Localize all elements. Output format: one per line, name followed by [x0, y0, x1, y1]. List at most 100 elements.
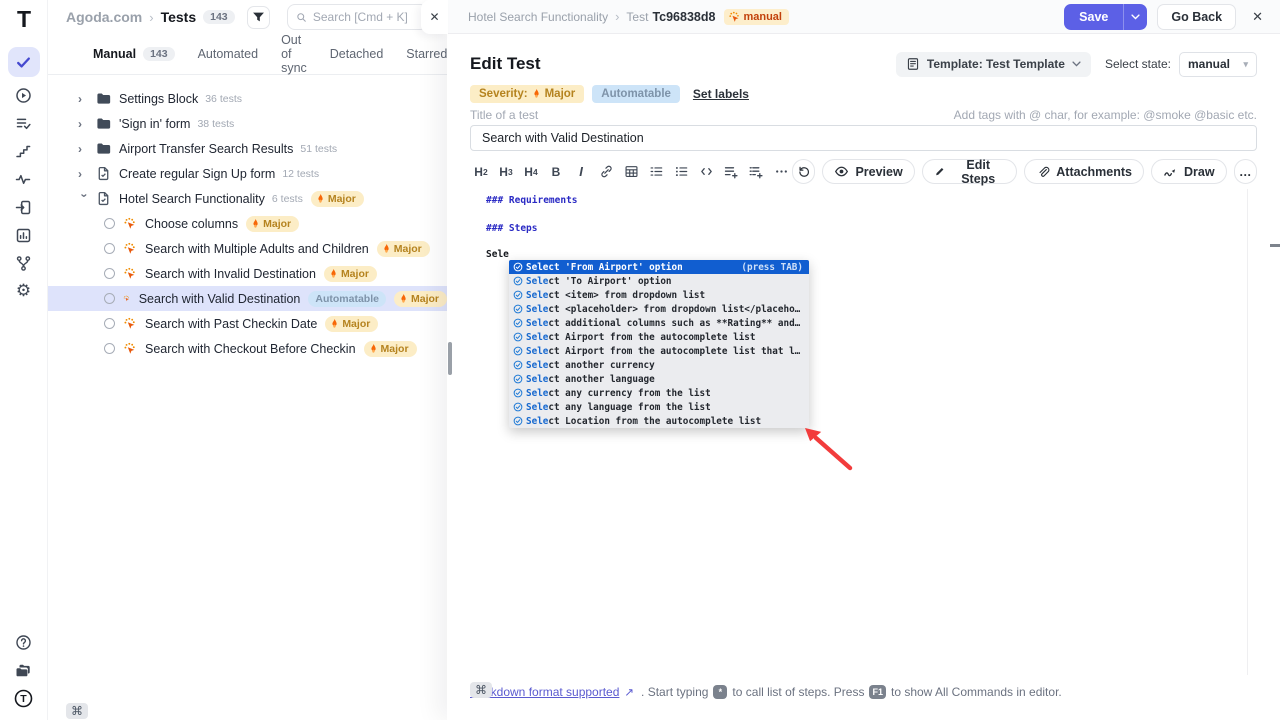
test-row[interactable]: Search with Checkout Before CheckinMajor	[48, 336, 447, 361]
format-italic-button[interactable]: I	[570, 160, 592, 184]
autocomplete-item[interactable]: Select 'To Airport' option	[509, 274, 809, 288]
test-row[interactable]: Search with Invalid DestinationMajor	[48, 261, 447, 286]
filter-button[interactable]	[247, 6, 270, 29]
autocomplete-item[interactable]: Select 'From Airport' option(press TAB)	[509, 260, 809, 274]
format-h4-button[interactable]: H4	[520, 160, 542, 184]
autocomplete-item[interactable]: Select another language	[509, 372, 809, 386]
state-select[interactable]: manual ▾	[1179, 52, 1257, 77]
format-add-step-list-button[interactable]	[720, 160, 742, 184]
suite-row[interactable]: ›Create regular Sign Up form12 tests	[48, 161, 447, 186]
chevron-right-icon[interactable]: ›	[78, 92, 91, 106]
suite-row[interactable]: ›Airport Transfer Search Results51 tests	[48, 136, 447, 161]
analytics-icon[interactable]	[8, 165, 40, 193]
format-bullet-list-button[interactable]	[670, 160, 692, 184]
format-code-button[interactable]	[695, 160, 717, 184]
editor-scrollbar-thumb[interactable]	[1270, 244, 1280, 247]
tests-tabs: Manual143 Automated Out of sync Detached Sta…	[48, 34, 447, 75]
template-button[interactable]: Template: Test Template	[896, 52, 1091, 77]
go-back-button[interactable]: Go Back	[1157, 4, 1236, 30]
format-bold-button[interactable]: B	[545, 160, 567, 184]
format-table-button[interactable]	[620, 160, 642, 184]
autocomplete-item[interactable]: Select <item> from dropdown list	[509, 288, 809, 302]
test-plans-icon[interactable]	[8, 109, 40, 137]
format-link-button[interactable]	[595, 160, 617, 184]
step-check-icon	[513, 416, 523, 426]
severity-badge: Major	[377, 241, 430, 257]
folder-icon	[96, 91, 111, 106]
markdown-help-link[interactable]: Markdown format supported	[470, 685, 619, 699]
tests-icon[interactable]	[8, 47, 40, 77]
format-ordered-list-button[interactable]	[645, 160, 667, 184]
severity-badge[interactable]: Severity: Major	[470, 85, 584, 103]
autocomplete-item[interactable]: Select another currency	[509, 358, 809, 372]
format-h2-button[interactable]: H2	[470, 160, 492, 184]
test-row[interactable]: Choose columnsMajor	[48, 211, 447, 236]
search-input[interactable]	[313, 10, 419, 24]
automatable-badge: Automatable	[308, 291, 386, 307]
profile-icon[interactable]: T	[8, 684, 40, 712]
test-title-input[interactable]	[470, 125, 1257, 151]
chevron-right-icon[interactable]: ›	[78, 117, 91, 131]
matched-prefix: Sele	[526, 332, 548, 343]
preview-button[interactable]: Preview	[822, 159, 914, 184]
step-check-icon	[513, 290, 523, 300]
format-h3-button[interactable]: H3	[495, 160, 517, 184]
tab-starred[interactable]: Starred	[406, 47, 447, 61]
autocomplete-item[interactable]: Select Airport from the autocomplete lis…	[509, 330, 809, 344]
tab-out-of-sync[interactable]: Out of sync	[281, 33, 307, 75]
runs-icon[interactable]	[8, 81, 40, 109]
tab-automated[interactable]: Automated	[198, 47, 258, 61]
suite-row[interactable]: ›'Sign in' form38 tests	[48, 111, 447, 136]
format-add-numbered-steps-button[interactable]	[745, 160, 767, 184]
save-options-button[interactable]	[1123, 4, 1147, 30]
autocomplete-item[interactable]: Select any language from the list	[509, 400, 809, 414]
suite-row[interactable]: ›Hotel Search Functionality6 testsMajor	[48, 186, 447, 211]
autocomplete-item[interactable]: Select Airport from the autocomplete lis…	[509, 344, 809, 358]
tab-detached[interactable]: Detached	[330, 47, 384, 61]
pulls-icon[interactable]	[8, 193, 40, 221]
search-box[interactable]	[287, 4, 428, 30]
history-button[interactable]	[792, 159, 815, 184]
autocomplete-item[interactable]: Select Location from the autocomplete li…	[509, 414, 809, 428]
chevron-right-icon[interactable]: ›	[78, 167, 91, 181]
format-more-button[interactable]	[770, 160, 792, 184]
test-status-circle	[104, 243, 115, 254]
tree-scrollbar-thumb[interactable]	[448, 342, 452, 375]
attachments-button[interactable]: Attachments	[1024, 159, 1144, 184]
autocomplete-item[interactable]: Select any currency from the list	[509, 386, 809, 400]
tab-manual[interactable]: Manual143	[93, 47, 175, 61]
set-labels-link[interactable]: Set labels	[693, 87, 749, 101]
test-row[interactable]: Search with Valid DestinationAutomatable…	[48, 286, 447, 311]
suite-icon	[96, 166, 111, 181]
edit-test-overlay: ✕ Hotel Search Functionality › Test Tc96…	[447, 0, 1280, 720]
branches-icon[interactable]	[8, 249, 40, 277]
close-overlay-button[interactable]: ✕	[1252, 9, 1263, 25]
draw-button[interactable]: Draw	[1151, 159, 1227, 184]
chevron-right-icon[interactable]: ›	[78, 142, 91, 156]
chevron-down-icon[interactable]: ›	[78, 193, 92, 206]
help-icon[interactable]	[8, 628, 40, 656]
--button[interactable]: …	[1234, 159, 1257, 184]
overlay-header: Hotel Search Functionality › Test Tc9683…	[447, 0, 1280, 34]
suite-row[interactable]: ›Settings Block36 tests	[48, 86, 447, 111]
collapse-panel-button[interactable]: ✕	[421, 0, 448, 34]
breadcrumb-suite[interactable]: Hotel Search Functionality	[468, 10, 608, 24]
cmd-shortcut-badge: ⌘	[66, 703, 88, 719]
breadcrumb-project[interactable]: Agoda.com	[66, 9, 142, 25]
automatable-badge[interactable]: Automatable	[592, 85, 680, 103]
reports-icon[interactable]	[8, 221, 40, 249]
markdown-editor[interactable]: ### Requirements ### Steps Sele Select '…	[470, 185, 1257, 675]
projects-icon[interactable]	[8, 656, 40, 684]
save-button[interactable]: Save	[1064, 4, 1123, 30]
settings-icon[interactable]: ⚙	[8, 277, 40, 305]
edit-steps-button[interactable]: Edit Steps	[922, 159, 1018, 184]
format-toolbar: H2H3H4BI	[470, 160, 792, 184]
breadcrumb-section[interactable]: Tests	[161, 9, 197, 25]
test-row[interactable]: Search with Multiple Adults and Children…	[48, 236, 447, 261]
steps-icon[interactable]	[8, 137, 40, 165]
action-label: Edit Steps	[951, 158, 1005, 186]
history-icon	[797, 165, 811, 179]
autocomplete-item[interactable]: Select additional columns such as **Rati…	[509, 316, 809, 330]
autocomplete-item[interactable]: Select <placeholder> from dropdown list<…	[509, 302, 809, 316]
test-row[interactable]: Search with Past Checkin DateMajor	[48, 311, 447, 336]
